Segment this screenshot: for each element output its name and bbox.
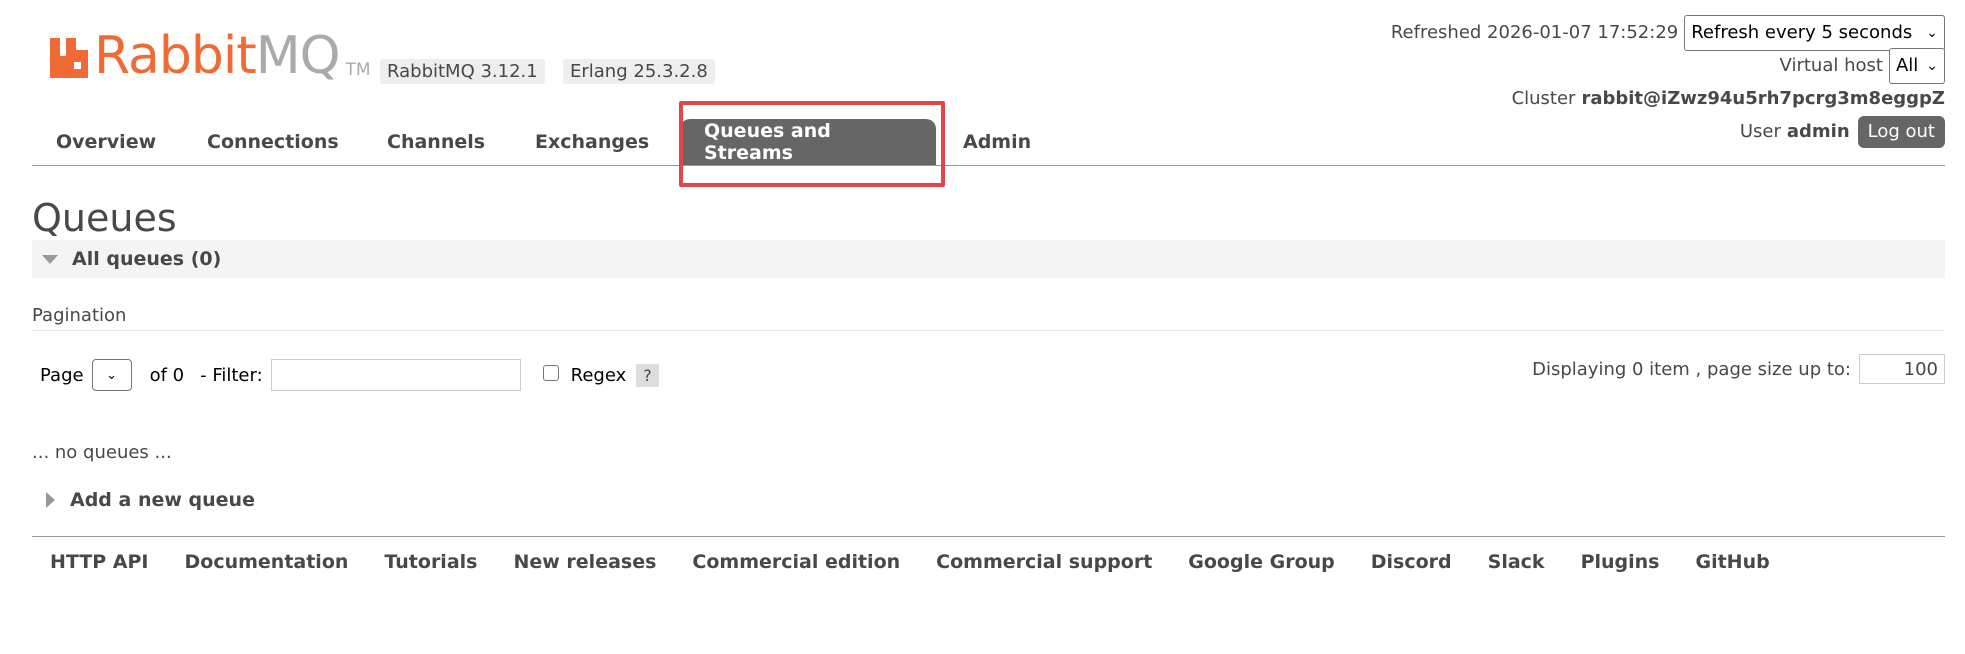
footer-link-github[interactable]: GitHub [1695, 551, 1769, 573]
regex-checkbox[interactable] [542, 365, 559, 381]
page-label: Page [40, 364, 84, 386]
triangle-down-icon [42, 254, 58, 264]
highlight-annotation-box [679, 101, 945, 187]
logo-text-mq: MQ [255, 26, 341, 86]
tab-exchanges[interactable]: Exchanges [511, 119, 673, 165]
cluster-label: Cluster [1511, 88, 1576, 109]
virtual-host-value: All [1895, 55, 1919, 76]
page-of-count: of 0 [149, 364, 185, 386]
refreshed-timestamp: Refreshed 2026-01-07 17:52:29 [1390, 22, 1679, 43]
tab-channels[interactable]: Channels [363, 119, 509, 165]
page-size-input[interactable]: 100 [1859, 354, 1945, 384]
pagination-divider [32, 330, 1945, 331]
all-queues-heading: All queues (0) [72, 248, 222, 270]
tab-overview[interactable]: Overview [32, 119, 180, 165]
footer-link-slack[interactable]: Slack [1488, 551, 1545, 573]
filter-input[interactable] [270, 359, 521, 391]
page-title: Queues [32, 196, 177, 240]
no-queues-message: ... no queues ... [32, 442, 172, 463]
regex-help-button[interactable]: ? [636, 363, 659, 387]
erlang-version-badge: Erlang 25.3.2.8 [563, 59, 715, 84]
add-queue-heading: Add a new queue [70, 489, 255, 511]
footer-link-google-group[interactable]: Google Group [1188, 551, 1334, 573]
rabbitmq-version-badge: RabbitMQ 3.12.1 [380, 59, 545, 84]
tab-connections[interactable]: Connections [183, 119, 363, 165]
triangle-right-icon [46, 492, 55, 508]
virtual-host-select[interactable]: All ⌄ [1888, 47, 1945, 84]
footer-link-new-releases[interactable]: New releases [513, 551, 656, 573]
regex-label: Regex [570, 364, 627, 386]
refresh-interval-value: Refresh every 5 seconds [1691, 22, 1913, 43]
tab-admin[interactable]: Admin [939, 119, 1055, 165]
filter-label: - Filter: [200, 364, 263, 386]
pagination-label: Pagination [32, 305, 127, 326]
footer-link-discord[interactable]: Discord [1371, 551, 1452, 573]
chevron-down-icon: ⌄ [106, 367, 118, 383]
logo-text-rabbit: Rabbit [94, 26, 257, 86]
chevron-down-icon: ⌄ [1926, 24, 1938, 41]
chevron-down-icon: ⌄ [1926, 57, 1938, 74]
display-count-label: Displaying 0 item , page size up to: [1532, 358, 1851, 380]
footer-links: HTTP API Documentation Tutorials New rel… [32, 536, 1945, 587]
virtual-host-label: Virtual host [1779, 55, 1883, 76]
footer-link-documentation[interactable]: Documentation [185, 551, 349, 573]
footer-link-commercial-support[interactable]: Commercial support [936, 551, 1152, 573]
refresh-interval-select[interactable]: Refresh every 5 seconds ⌄ [1684, 14, 1945, 51]
footer-link-http-api[interactable]: HTTP API [50, 551, 149, 573]
footer-link-plugins[interactable]: Plugins [1581, 551, 1660, 573]
pager-controls: Page ⌄ of 0 - Filter: Regex ? [40, 358, 659, 392]
page-size-controls: Displaying 0 item , page size up to: 100 [1532, 354, 1945, 384]
page-number-select[interactable]: ⌄ [91, 359, 132, 391]
all-queues-section-toggle[interactable]: All queues (0) [32, 240, 1945, 278]
add-queue-section-toggle[interactable]: Add a new queue [32, 483, 255, 517]
logo-trademark: TM [345, 60, 371, 80]
rabbitmq-logo[interactable]: Rabbit MQ TM [48, 26, 371, 86]
footer-link-tutorials[interactable]: Tutorials [384, 551, 477, 573]
footer-link-commercial-edition[interactable]: Commercial edition [692, 551, 900, 573]
rabbitmq-management-page: Rabbit MQ TM RabbitMQ 3.12.1 Erlang 25.3… [0, 0, 1965, 654]
cluster-name: rabbit@iZwz94u5rh7pcrg3m8eggpZ [1581, 88, 1945, 109]
rabbitmq-logo-icon [50, 38, 88, 78]
main-nav: Overview Connections Channels Exchanges … [32, 119, 1945, 166]
